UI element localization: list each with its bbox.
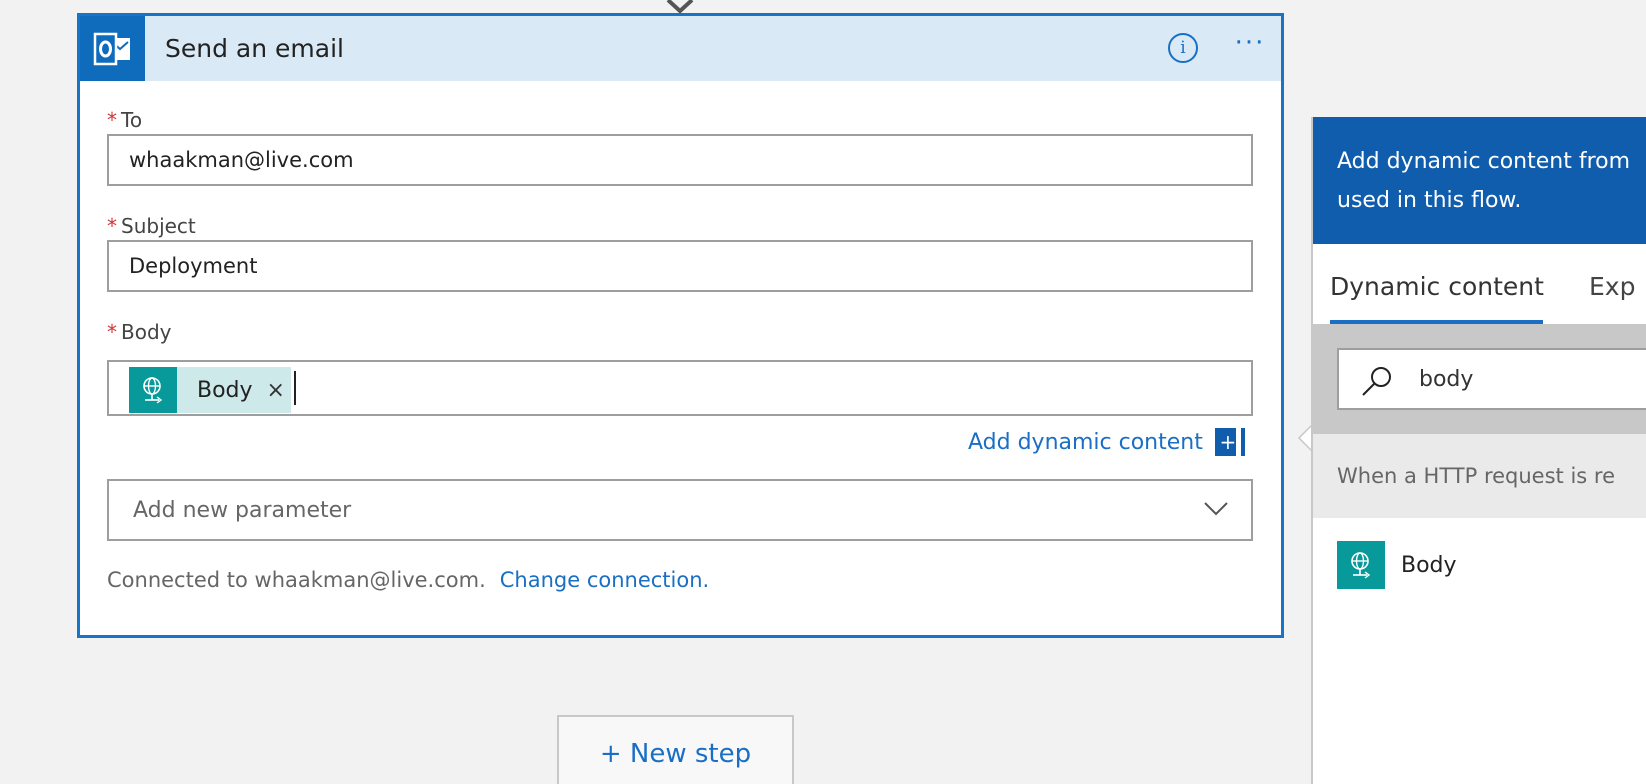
- required-marker: *: [107, 108, 117, 132]
- add-dynamic-content-label: Add dynamic content: [968, 429, 1203, 455]
- connection-info: Connected to whaakman@live.com. Change co…: [107, 568, 709, 592]
- dynamic-content-panel: Add dynamic content from used in this fl…: [1311, 117, 1646, 784]
- panel-header-line1: Add dynamic content from: [1337, 149, 1631, 174]
- text-caret: [294, 371, 296, 405]
- to-label: * To: [107, 108, 142, 132]
- body-dynamic-token[interactable]: Body ×: [129, 367, 291, 413]
- panel-tabs: Dynamic content Exp: [1313, 244, 1646, 324]
- search-input[interactable]: body: [1337, 348, 1646, 410]
- info-button[interactable]: i: [1168, 33, 1198, 63]
- tab-dynamic-content[interactable]: Dynamic content: [1330, 272, 1544, 301]
- subject-field[interactable]: Deployment: [107, 240, 1253, 292]
- tab-expression[interactable]: Exp: [1589, 272, 1635, 301]
- body-label: * Body: [107, 320, 172, 344]
- subject-label: * Subject: [107, 214, 196, 238]
- token-label: Body: [197, 377, 253, 403]
- send-email-card: Send an email i ··· * To whaakman@live.co…: [77, 13, 1284, 638]
- add-new-parameter-dropdown[interactable]: Add new parameter: [107, 479, 1253, 541]
- search-area: body: [1313, 324, 1646, 434]
- connected-text: Connected to whaakman@live.com.: [107, 568, 486, 592]
- token-remove-button[interactable]: ×: [267, 378, 285, 403]
- new-step-button[interactable]: + New step: [557, 715, 794, 784]
- change-connection-link[interactable]: Change connection.: [500, 568, 709, 592]
- to-label-text: To: [121, 108, 143, 132]
- panel-header: Add dynamic content from used in this fl…: [1313, 117, 1646, 244]
- parameter-placeholder: Add new parameter: [133, 498, 352, 523]
- more-options-button[interactable]: ···: [1230, 30, 1270, 56]
- panel-header-line2: used in this flow.: [1337, 188, 1522, 213]
- chevron-down-icon: [1204, 502, 1228, 516]
- to-field[interactable]: whaakman@live.com: [107, 134, 1253, 186]
- outlook-icon: [80, 16, 145, 81]
- search-value: body: [1419, 367, 1474, 392]
- body-label-text: Body: [121, 320, 172, 344]
- required-marker: *: [107, 214, 117, 238]
- required-marker: *: [107, 320, 117, 344]
- search-icon: [1362, 367, 1391, 396]
- flow-designer-canvas: Send an email i ··· * To whaakman@live.co…: [0, 0, 1646, 784]
- connector-arrow-icon: [666, 0, 694, 14]
- dynamic-content-item-body[interactable]: Body: [1337, 541, 1457, 589]
- result-label: Body: [1401, 552, 1457, 578]
- add-dynamic-content-button[interactable]: Add dynamic content +: [968, 428, 1245, 456]
- subject-label-text: Subject: [121, 214, 196, 238]
- card-title: Send an email: [165, 34, 344, 63]
- http-request-icon: [1337, 541, 1385, 589]
- plus-icon: +: [1214, 428, 1245, 456]
- trigger-section-header[interactable]: When a HTTP request is re: [1313, 434, 1646, 518]
- card-header[interactable]: Send an email i ···: [80, 16, 1281, 81]
- body-field[interactable]: Body ×: [107, 360, 1253, 416]
- http-request-icon: [129, 367, 177, 413]
